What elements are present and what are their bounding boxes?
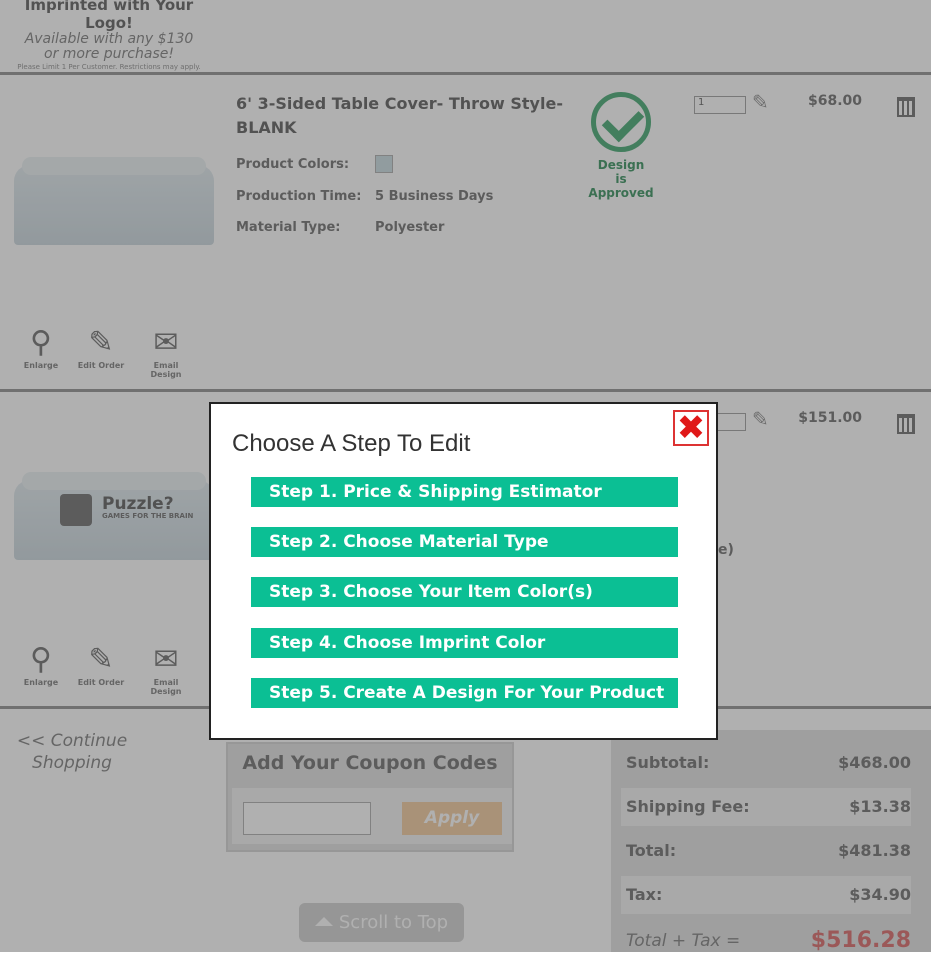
close-button[interactable]: ✖ bbox=[673, 408, 709, 448]
modal-title: Choose A Step To Edit bbox=[232, 430, 471, 457]
step-5-button[interactable]: Step 5. Create A Design For Your Product bbox=[251, 678, 678, 708]
edit-step-modal: Choose A Step To Edit ✖ Step 1. Price & … bbox=[209, 402, 718, 740]
step-2-button[interactable]: Step 2. Choose Material Type bbox=[251, 527, 678, 557]
step-3-button[interactable]: Step 3. Choose Your Item Color(s) bbox=[251, 577, 678, 607]
step-1-button[interactable]: Step 1. Price & Shipping Estimator bbox=[251, 477, 678, 507]
close-icon: ✖ bbox=[676, 408, 706, 448]
step-4-button[interactable]: Step 4. Choose Imprint Color bbox=[251, 628, 678, 658]
